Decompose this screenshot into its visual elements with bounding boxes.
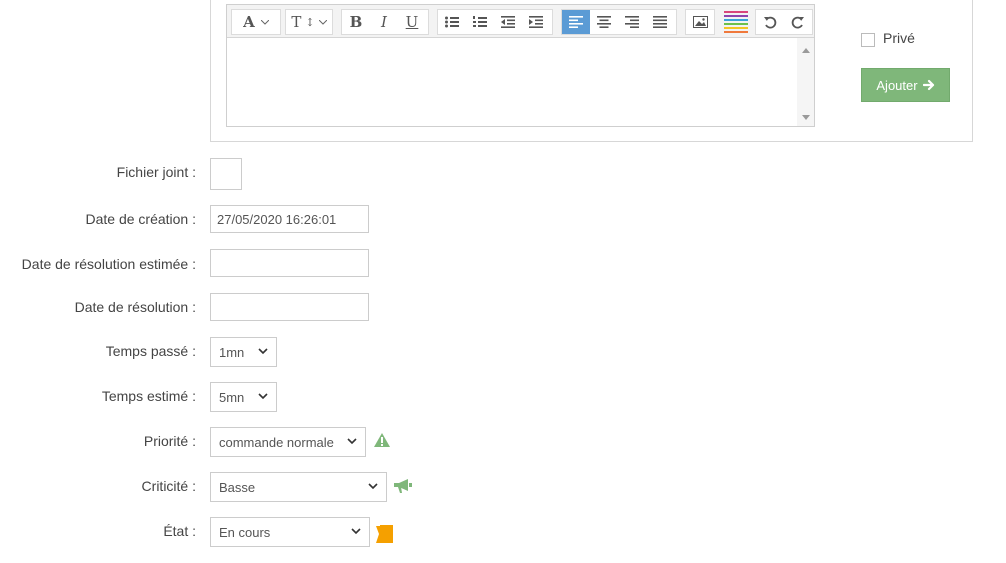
align-group bbox=[561, 9, 677, 35]
align-right-button[interactable] bbox=[618, 10, 646, 34]
rich-text-editor: A T ↕ B I U bbox=[226, 4, 815, 127]
temps-estime-label: Temps estimé : bbox=[101, 388, 196, 404]
color-stripes-icon bbox=[724, 11, 748, 33]
indent-icon bbox=[529, 16, 543, 28]
redo-icon bbox=[791, 16, 804, 29]
priorite-label: Priorité : bbox=[143, 433, 196, 449]
date-resolution-field[interactable] bbox=[210, 293, 369, 321]
font-size-button[interactable]: T ↕ bbox=[286, 10, 332, 34]
editor-scrollbar[interactable] bbox=[797, 38, 814, 126]
list-group bbox=[437, 9, 553, 35]
format-group: B I U bbox=[341, 9, 429, 35]
undo-button[interactable] bbox=[756, 10, 784, 34]
color-palette-button[interactable] bbox=[724, 10, 748, 34]
align-justify-icon bbox=[653, 16, 667, 28]
chevron-down-icon bbox=[258, 393, 268, 400]
date-creation-field[interactable]: 27/05/2020 16:26:01 bbox=[210, 205, 369, 233]
image-group bbox=[685, 9, 715, 35]
font-size-letter: T bbox=[291, 13, 302, 31]
warning-triangle-icon bbox=[374, 433, 390, 447]
ajouter-label: Ajouter bbox=[876, 77, 918, 93]
prive-checkbox[interactable] bbox=[861, 33, 875, 47]
criticite-select[interactable]: Basse bbox=[210, 472, 387, 502]
date-resolution-label: Date de résolution : bbox=[74, 299, 196, 315]
editor-text-area[interactable] bbox=[227, 38, 814, 126]
align-left-icon bbox=[569, 16, 583, 28]
temps-estime-select[interactable]: 5mn bbox=[210, 382, 277, 412]
scroll-down-arrow-icon[interactable] bbox=[802, 115, 810, 120]
chevron-down-icon bbox=[347, 438, 357, 445]
ajouter-button[interactable]: Ajouter bbox=[861, 68, 950, 102]
size-group: T ↕ bbox=[285, 9, 333, 35]
prive-label: Privé bbox=[883, 30, 915, 46]
etat-value: En cours bbox=[219, 524, 271, 540]
numbered-list-icon bbox=[473, 16, 487, 27]
align-left-button[interactable] bbox=[562, 10, 590, 34]
priorite-select[interactable]: commande normale bbox=[210, 427, 366, 457]
outdent-icon bbox=[501, 16, 515, 28]
history-group bbox=[755, 9, 813, 35]
align-right-icon bbox=[625, 16, 639, 28]
bullet-list-button[interactable] bbox=[438, 10, 466, 34]
chevron-down-icon bbox=[368, 483, 378, 490]
etat-label: État : bbox=[163, 523, 196, 539]
temps-passe-select[interactable]: 1mn bbox=[210, 337, 277, 367]
chevron-down-icon bbox=[318, 19, 327, 25]
date-creation-value: 27/05/2020 16:26:01 bbox=[217, 211, 337, 227]
undo-icon bbox=[764, 16, 777, 29]
temps-passe-value: 1mn bbox=[219, 344, 245, 360]
etat-select[interactable]: En cours bbox=[210, 517, 370, 547]
bullet-list-icon bbox=[445, 16, 459, 28]
criticite-value: Basse bbox=[219, 479, 256, 495]
scroll-up-arrow-icon[interactable] bbox=[802, 48, 810, 53]
chevron-down-icon bbox=[258, 348, 268, 355]
font-letter: A bbox=[243, 13, 255, 31]
chevron-down-icon bbox=[351, 528, 361, 535]
flag-icon bbox=[376, 525, 393, 543]
outdent-button[interactable] bbox=[494, 10, 522, 34]
date-resolution-estimee-field[interactable] bbox=[210, 249, 369, 277]
bold-glyph: B bbox=[349, 13, 363, 31]
insert-image-button[interactable] bbox=[686, 10, 714, 34]
align-justify-button[interactable] bbox=[646, 10, 674, 34]
fichier-joint-label: Fichier joint : bbox=[116, 164, 196, 180]
editor-toolbar: A T ↕ B I U bbox=[227, 5, 814, 38]
chevron-down-icon bbox=[260, 19, 269, 25]
date-resolution-estimee-label: Date de résolution estimée : bbox=[21, 256, 196, 272]
file-attachment-input[interactable] bbox=[210, 158, 242, 190]
font-group: A bbox=[231, 9, 281, 35]
size-arrows-icon: ↕ bbox=[305, 15, 315, 29]
image-icon bbox=[692, 16, 708, 28]
font-color-button[interactable]: A bbox=[232, 10, 280, 34]
align-center-button[interactable] bbox=[590, 10, 618, 34]
underline-button[interactable]: U bbox=[398, 10, 426, 34]
priorite-value: commande normale bbox=[219, 434, 334, 450]
redo-button[interactable] bbox=[784, 10, 812, 34]
italic-button[interactable]: I bbox=[370, 10, 398, 34]
arrow-right-icon bbox=[922, 79, 934, 91]
numbered-list-button[interactable] bbox=[466, 10, 494, 34]
date-creation-label: Date de création : bbox=[85, 211, 196, 227]
align-center-icon bbox=[597, 16, 611, 28]
temps-estime-value: 5mn bbox=[219, 389, 245, 405]
italic-glyph: I bbox=[381, 13, 387, 31]
criticite-label: Criticité : bbox=[141, 478, 196, 494]
megaphone-icon bbox=[394, 479, 412, 493]
temps-passe-label: Temps passé : bbox=[105, 343, 196, 359]
indent-button[interactable] bbox=[522, 10, 550, 34]
bold-button[interactable]: B bbox=[342, 10, 370, 34]
underline-glyph: U bbox=[405, 13, 419, 31]
